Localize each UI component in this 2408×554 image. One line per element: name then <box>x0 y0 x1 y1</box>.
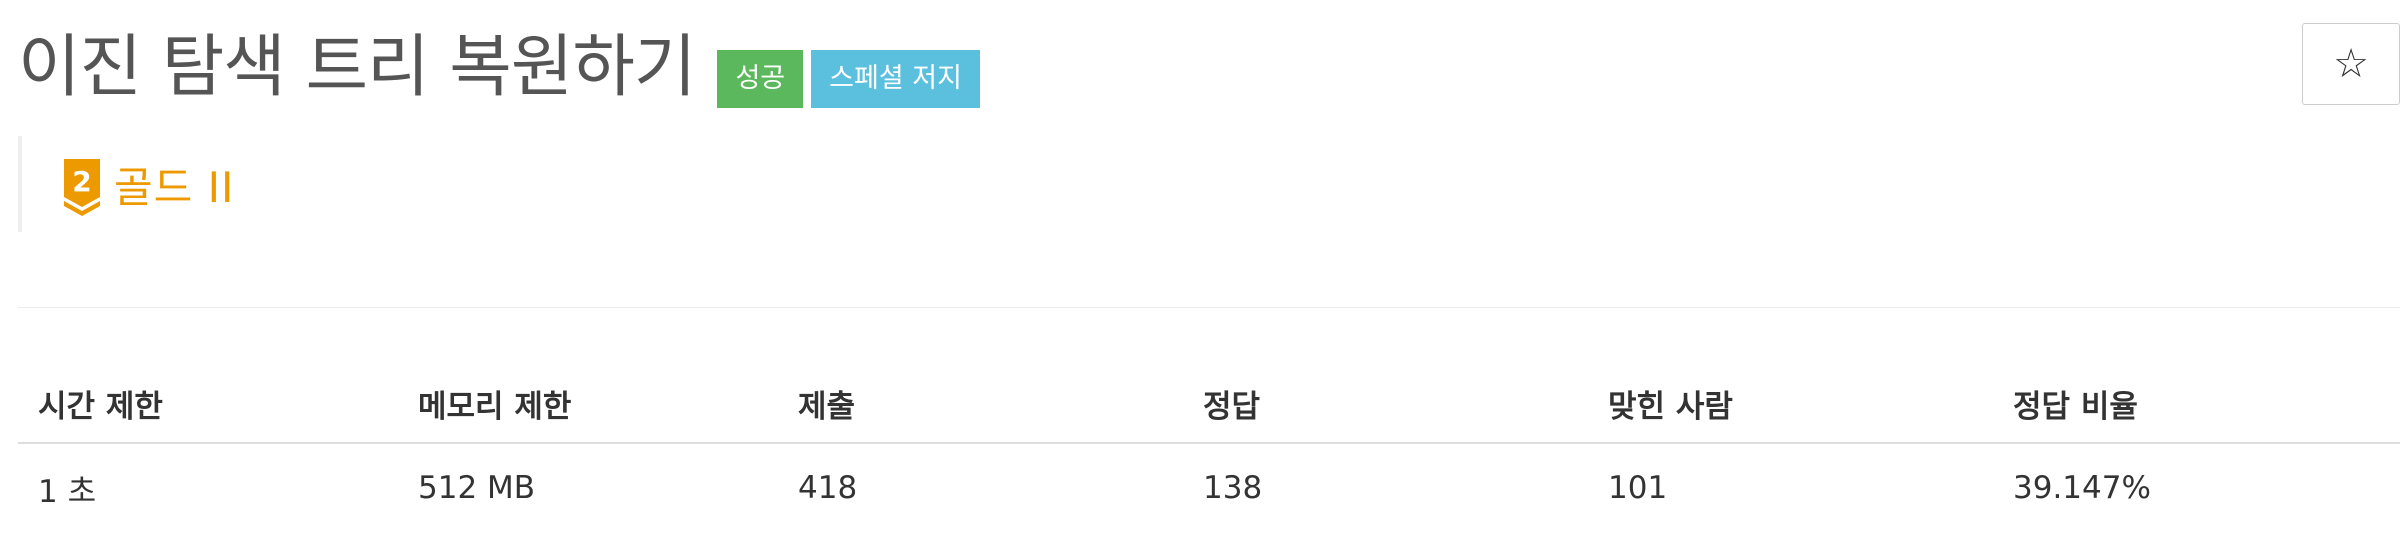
value-accepted[interactable]: 138 <box>1183 443 1588 532</box>
problem-header: 이진 탐색 트리 복원하기 성공 스페셜 저지 <box>18 18 988 118</box>
table-row: 1 초 512 MB 418 138 101 39.147% <box>18 443 2400 532</box>
header-ratio: 정답 비율 <box>1993 364 2400 444</box>
value-submissions[interactable]: 418 <box>778 443 1183 532</box>
value-solvers[interactable]: 101 <box>1588 443 1993 532</box>
status-badge-success: 성공 <box>717 50 804 108</box>
star-icon: ☆ <box>2333 41 2369 87</box>
gold-tier-icon: 2 <box>64 159 100 216</box>
header-solvers: 맞힌 사람 <box>1588 364 1993 444</box>
value-memory-limit: 512 MB <box>418 470 536 506</box>
favorite-button[interactable]: ☆ <box>2302 23 2400 105</box>
tier-icon-number: 2 <box>72 165 91 198</box>
special-judge-badge: 스페셜 저지 <box>811 50 980 108</box>
header-time-limit: 시간 제한 <box>18 364 398 444</box>
header-accepted: 정답 <box>1183 364 1588 444</box>
value-ratio: 39.147% <box>2013 470 2151 506</box>
tier-block: 2 골드 II <box>18 136 234 232</box>
section-divider <box>18 307 2400 308</box>
tier-label: 골드 II <box>114 162 235 212</box>
header-submissions: 제출 <box>778 364 1183 444</box>
header-memory-limit: 메모리 제한 <box>398 364 778 444</box>
problem-info-table: 시간 제한 메모리 제한 제출 정답 맞힌 사람 정답 비율 1 초 512 M… <box>18 364 2400 532</box>
value-time-limit: 1 초 <box>38 473 97 510</box>
table-header-row: 시간 제한 메모리 제한 제출 정답 맞힌 사람 정답 비율 <box>18 364 2400 444</box>
page-title: 이진 탐색 트리 복원하기 <box>18 28 696 107</box>
